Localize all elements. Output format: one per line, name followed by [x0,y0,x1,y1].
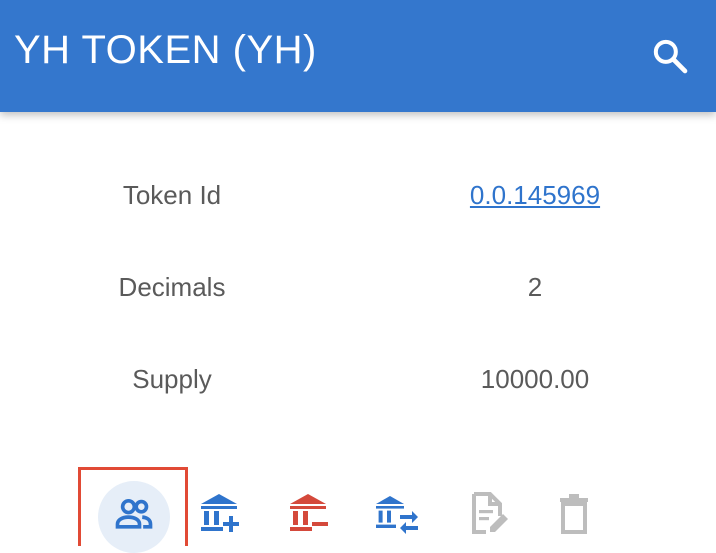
decimals-value: 2 [527,272,543,302]
page-title: YH TOKEN (YH) [14,28,317,72]
mint-button[interactable] [195,488,247,540]
bank-transfer-icon [376,496,418,534]
burn-button[interactable] [284,488,336,540]
edit-document-icon [472,492,508,534]
people-icon [115,498,153,529]
trash-icon [560,494,588,534]
detail-row-decimals: Decimals 2 [0,272,716,312]
app-bar: YH TOKEN (YH) [0,0,716,112]
supply-value: 10000.00 [480,364,590,394]
search-button[interactable] [644,32,696,80]
detail-row-token-id: Token Id 0.0.145969 [0,180,716,220]
search-icon [653,39,688,74]
bank-add-icon [201,494,239,532]
edit-button[interactable] [462,488,514,540]
delete-button[interactable] [548,488,600,540]
supply-label: Supply [132,364,212,394]
bank-remove-icon [290,494,328,531]
token-id-label: Token Id [122,180,222,210]
detail-row-supply: Supply 10000.00 [0,364,716,404]
token-id-link[interactable]: 0.0.145969 [470,180,600,211]
transfer-button[interactable] [372,488,424,540]
accounts-button[interactable] [108,488,160,540]
decimals-label: Decimals [118,272,226,302]
